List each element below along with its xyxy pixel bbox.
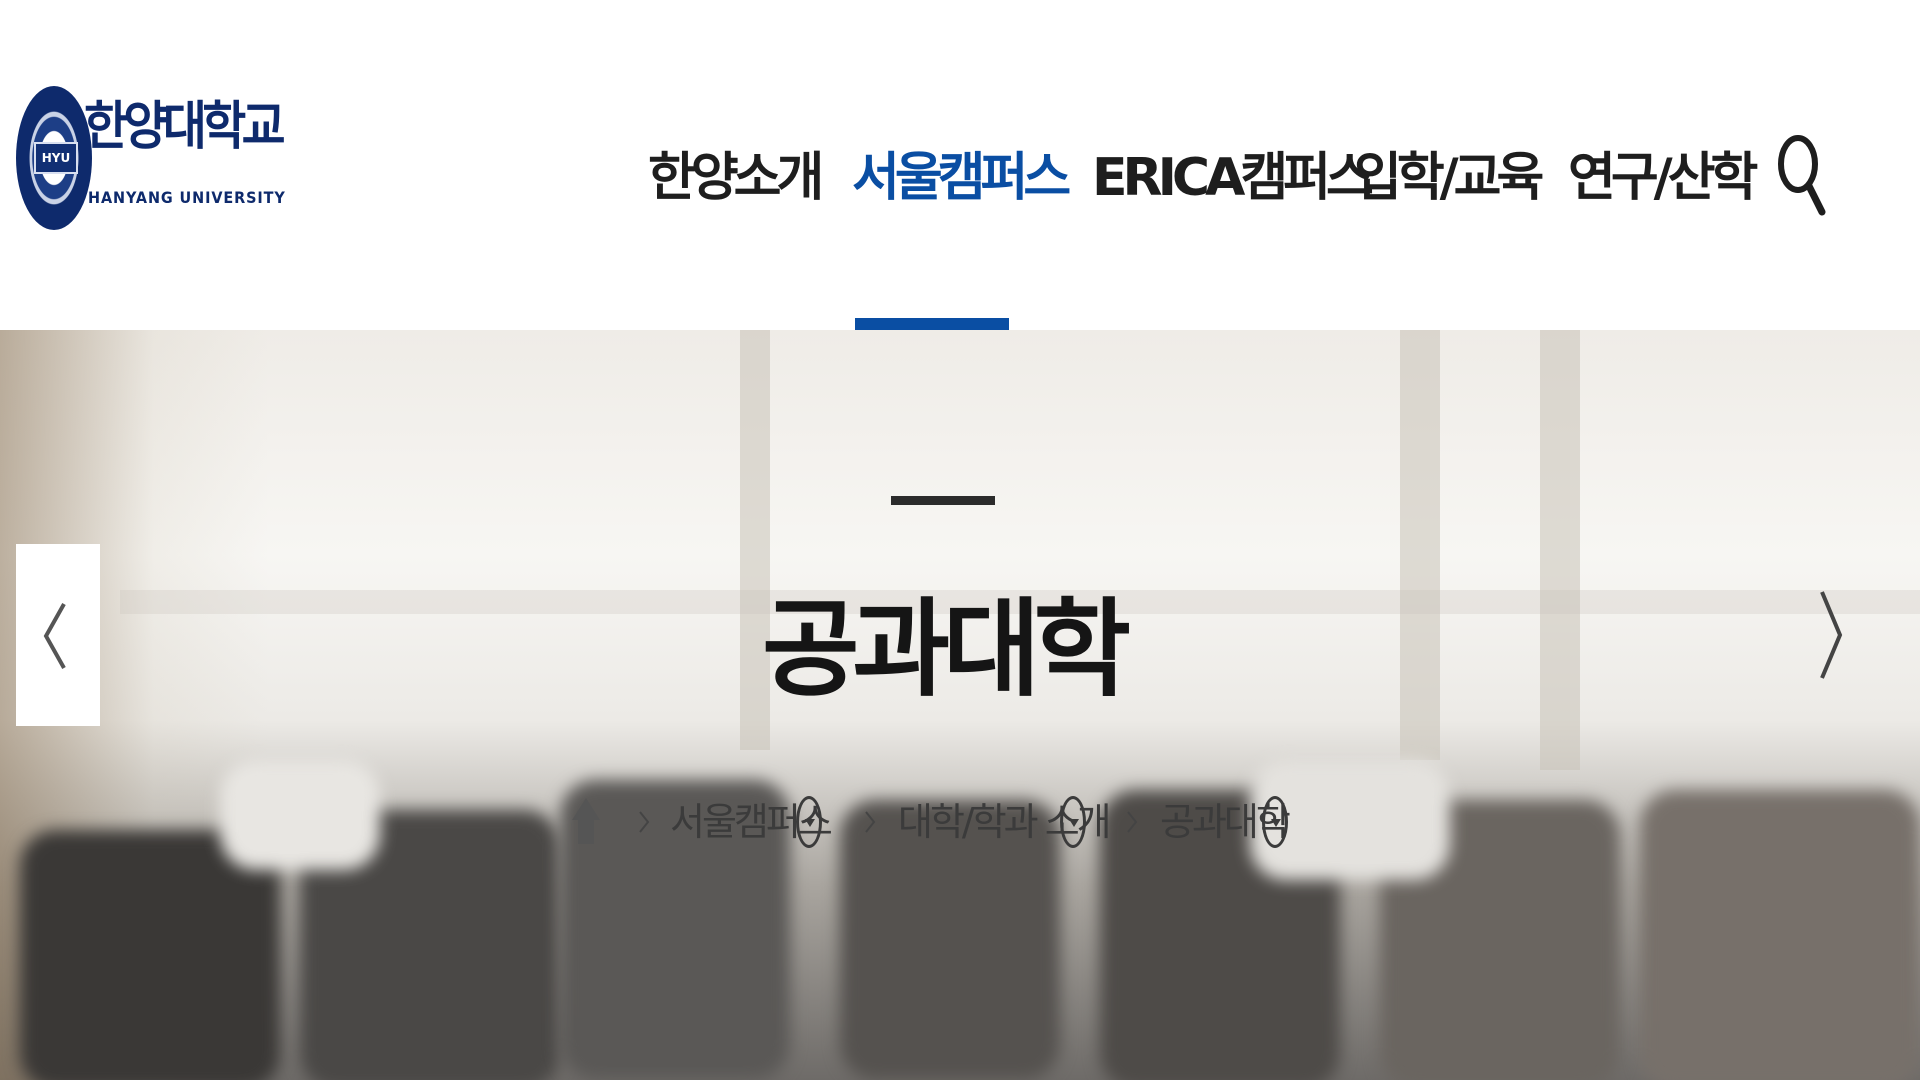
breadcrumb-separator-icon <box>865 811 876 833</box>
chevron-right-icon <box>1820 591 1843 679</box>
seal-mark: HYU <box>34 142 78 174</box>
dropdown-toggle-icon[interactable] <box>1262 796 1288 848</box>
hero-banner: 공과대학 서울캠퍼스 대학/학과 소개 공과대학 <box>0 330 1920 1080</box>
title-dash <box>891 496 995 505</box>
chair-shape <box>220 760 380 870</box>
active-nav-indicator <box>855 318 1009 330</box>
site-header: HYU 한양대학교 HANYANG UNIVERSITY 한양소개 서울캠퍼스 … <box>0 0 1920 330</box>
breadcrumb-home[interactable] <box>570 792 602 852</box>
dropdown-toggle-icon[interactable] <box>1060 796 1086 848</box>
nav-item-seoul-campus[interactable]: 서울캠퍼스 <box>852 138 1071 218</box>
university-seal: HYU <box>16 86 92 230</box>
search-button[interactable] <box>1776 130 1828 216</box>
nav-item-about[interactable]: 한양소개 <box>648 138 824 218</box>
breadcrumb-separator-icon <box>1127 811 1138 833</box>
prev-slide-button[interactable] <box>16 544 100 726</box>
university-logo[interactable]: HYU 한양대학교 HANYANG UNIVERSITY <box>16 86 286 232</box>
nav-item-research[interactable]: 연구/산학 <box>1568 138 1758 218</box>
chair-shape <box>20 830 280 1080</box>
page-title: 공과대학 <box>761 588 1131 711</box>
home-icon <box>572 798 600 844</box>
chair-shape <box>1640 790 1920 1080</box>
logo-name-english: HANYANG UNIVERSITY <box>88 188 286 207</box>
nav-item-erica-campus[interactable]: ERICA캠퍼스 <box>1092 138 1374 218</box>
next-slide-button[interactable] <box>1810 580 1850 690</box>
nav-item-admission[interactable]: 입학/교육 <box>1354 138 1544 218</box>
search-icon <box>1778 135 1826 216</box>
dropdown-toggle-icon[interactable] <box>796 796 822 848</box>
logo-name-korean: 한양대학교 <box>84 97 286 157</box>
chevron-left-icon <box>43 603 66 669</box>
breadcrumb-separator-icon <box>639 811 650 833</box>
